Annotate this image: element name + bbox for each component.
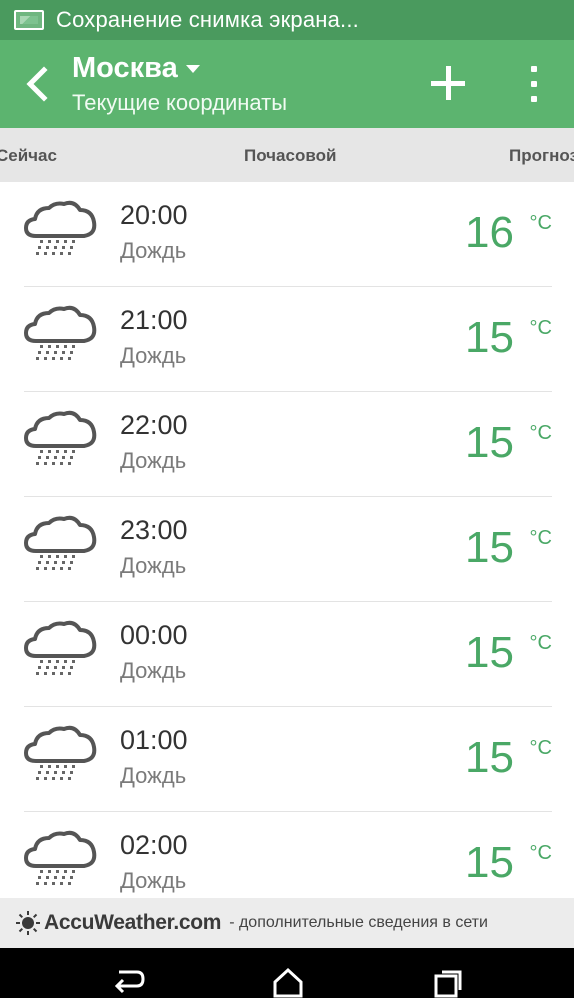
more-options-icon[interactable] <box>522 66 546 102</box>
temperature-unit: °C <box>529 842 552 864</box>
nav-back-icon[interactable] <box>111 966 145 998</box>
forecast-temperature: 15 <box>465 418 514 467</box>
forecast-condition: Дождь <box>120 343 187 368</box>
tab-forecast[interactable]: Прогноз <box>509 146 574 166</box>
back-button[interactable] <box>20 62 54 106</box>
status-bar: Сохранение снимка экрана... <box>0 0 574 40</box>
rain-cloud-icon <box>22 618 98 684</box>
forecast-time: 02:00 <box>120 830 188 860</box>
forecast-time: 23:00 <box>120 515 188 545</box>
temperature-unit: °C <box>529 737 552 759</box>
tab-now[interactable]: Сейчас <box>0 146 57 166</box>
city-selector[interactable]: Москва <box>72 52 200 85</box>
dropdown-caret-icon <box>185 64 200 73</box>
location-subtitle: Текущие координаты <box>72 90 288 115</box>
forecast-row[interactable]: 20:00 Дождь 16 °C <box>0 182 574 287</box>
forecast-temperature: 15 <box>465 838 514 887</box>
forecast-condition: Дождь <box>120 553 187 578</box>
temperature-unit: °C <box>529 422 552 444</box>
forecast-row[interactable]: 02:00 Дождь 15 °C <box>0 812 574 898</box>
forecast-row[interactable]: 22:00 Дождь 15 °C <box>0 392 574 497</box>
more-info-link[interactable]: - дополнительные сведения в сети <box>229 914 488 932</box>
forecast-condition: Дождь <box>120 238 187 263</box>
forecast-temperature: 15 <box>465 313 514 362</box>
rain-cloud-icon <box>22 513 98 579</box>
rain-cloud-icon <box>22 198 98 264</box>
accuweather-footer[interactable]: AccuWeather.com - дополнительные сведени… <box>0 898 574 948</box>
notification-text: Сохранение снимка экрана... <box>56 7 359 32</box>
add-icon[interactable] <box>428 64 468 104</box>
forecast-row[interactable]: 01:00 Дождь 15 °C <box>0 707 574 812</box>
forecast-time: 01:00 <box>120 725 188 755</box>
chevron-left-icon <box>26 66 48 102</box>
nav-recent-apps-icon[interactable] <box>432 966 466 998</box>
hourly-list[interactable]: 20:00 Дождь 16 °C 21:00 Дождь 15 °C 22:0… <box>0 182 574 898</box>
rain-cloud-icon <box>22 828 98 894</box>
temperature-unit: °C <box>529 527 552 549</box>
rain-cloud-icon <box>22 723 98 789</box>
city-name: Москва <box>72 52 178 84</box>
tab-hourly[interactable]: Почасовой <box>244 146 336 166</box>
forecast-temperature: 16 <box>465 208 514 257</box>
screenshot-icon <box>14 10 44 30</box>
sun-icon <box>16 911 40 935</box>
forecast-condition: Дождь <box>120 658 187 683</box>
accuweather-brand: AccuWeather.com <box>44 911 222 934</box>
forecast-temperature: 15 <box>465 523 514 572</box>
tab-bar: Сейчас Почасовой Прогноз <box>0 128 574 182</box>
rain-cloud-icon <box>22 408 98 474</box>
app-bar: Москва Текущие координаты <box>0 40 574 128</box>
forecast-time: 20:00 <box>120 200 188 230</box>
forecast-row[interactable]: 00:00 Дождь 15 °C <box>0 602 574 707</box>
forecast-condition: Дождь <box>120 868 187 893</box>
rain-cloud-icon <box>22 303 98 369</box>
forecast-time: 21:00 <box>120 305 188 335</box>
forecast-row[interactable]: 21:00 Дождь 15 °C <box>0 287 574 392</box>
system-nav-bar <box>0 948 574 998</box>
forecast-temperature: 15 <box>465 628 514 677</box>
forecast-condition: Дождь <box>120 763 187 788</box>
forecast-condition: Дождь <box>120 448 187 473</box>
forecast-row[interactable]: 23:00 Дождь 15 °C <box>0 497 574 602</box>
forecast-time: 22:00 <box>120 410 188 440</box>
forecast-time: 00:00 <box>120 620 188 650</box>
temperature-unit: °C <box>529 212 552 234</box>
temperature-unit: °C <box>529 632 552 654</box>
temperature-unit: °C <box>529 317 552 339</box>
forecast-temperature: 15 <box>465 733 514 782</box>
nav-home-icon[interactable] <box>271 966 305 998</box>
